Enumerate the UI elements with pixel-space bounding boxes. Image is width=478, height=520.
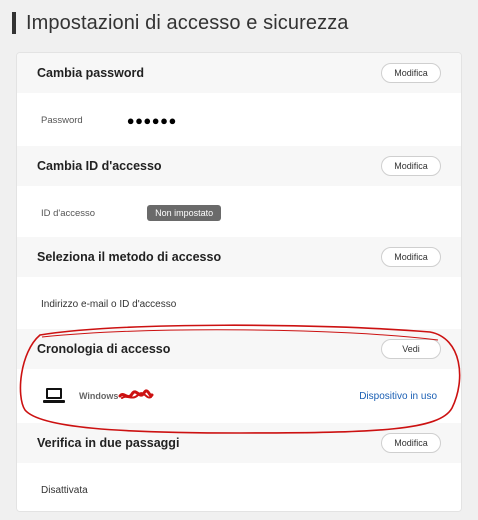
settings-card: Cambia password Modifica Password ●●●●●●… [16, 52, 462, 512]
section-two-step-body: Disattivata [17, 463, 461, 511]
page-title-text: Impostazioni di accesso e sicurezza [26, 11, 349, 34]
section-login-history-title: Cronologia di accesso [37, 342, 171, 356]
status-badge: Non impostato [147, 205, 222, 221]
section-login-history-header: Cronologia di accesso Vedi [17, 329, 461, 369]
change-login-method-button[interactable]: Modifica [381, 247, 441, 267]
view-history-button[interactable]: Vedi [381, 339, 441, 359]
device-status-link[interactable]: Dispositivo in uso [359, 391, 437, 402]
redaction-scribble [118, 389, 154, 399]
login-method-value: Indirizzo e-mail o ID d'accesso [41, 298, 177, 310]
section-login-method-title: Seleziona il metodo di accesso [37, 250, 222, 264]
section-password-header: Cambia password Modifica [17, 53, 461, 93]
section-login-id-header: Cambia ID d'accesso Modifica [17, 146, 461, 186]
change-password-button[interactable]: Modifica [381, 63, 441, 83]
change-login-id-button[interactable]: Modifica [381, 156, 441, 176]
page-title: Impostazioni di accesso e sicurezza [12, 10, 349, 36]
device-name: Windows [79, 391, 119, 401]
section-two-step-header: Verifica in due passaggi Modifica [17, 423, 461, 463]
login-id-label: ID d'accesso [41, 207, 96, 219]
laptop-icon [43, 388, 65, 403]
section-password-body: Password ●●●●●● [17, 93, 461, 147]
password-value: ●●●●●● [126, 112, 177, 128]
section-two-step-title: Verifica in due passaggi [37, 436, 180, 450]
section-login-method-body: Indirizzo e-mail o ID d'accesso [17, 277, 461, 331]
section-login-id-body: ID d'accesso Non impostato [17, 186, 461, 240]
change-two-step-button[interactable]: Modifica [381, 433, 441, 453]
two-step-value: Disattivata [41, 484, 88, 496]
section-login-id-title: Cambia ID d'accesso [37, 159, 162, 173]
title-accent-bar [12, 12, 16, 34]
section-login-history-body: Windows Dispositivo in uso [17, 369, 461, 423]
section-login-method-header: Seleziona il metodo di accesso Modifica [17, 237, 461, 277]
password-label: Password [41, 114, 83, 126]
section-password-title: Cambia password [37, 66, 144, 80]
